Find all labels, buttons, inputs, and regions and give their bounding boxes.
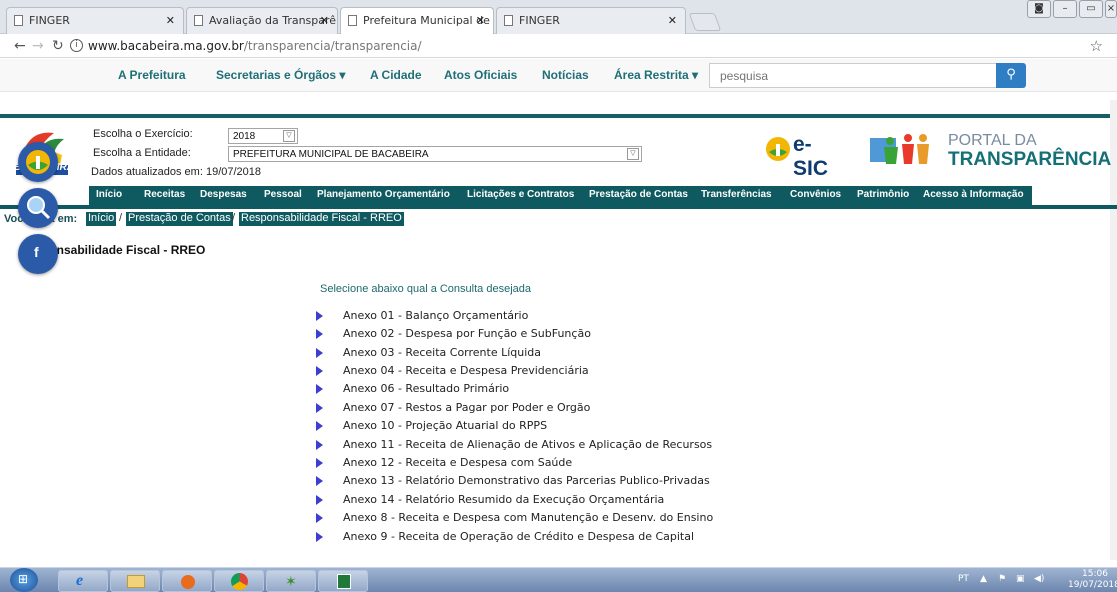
- flag-icon[interactable]: ⚑: [998, 574, 1006, 584]
- taskbar-app-icon[interactable]: ✶: [266, 570, 316, 592]
- breadcrumb-separator: /: [232, 212, 236, 224]
- arrow-icon: [316, 421, 323, 431]
- back-arrow-icon[interactable]: ←: [14, 38, 26, 54]
- address-bar: ← → ↻ i www.bacabeira.ma.gov.br/transpar…: [0, 34, 1117, 58]
- browser-tab[interactable]: FINGER ✕: [496, 7, 686, 34]
- arrow-icon: [316, 458, 323, 468]
- maximize-button[interactable]: ▭: [1079, 0, 1103, 18]
- chevron-down-icon: ▽: [627, 148, 639, 160]
- menu-patrimonio[interactable]: Patrimônio: [857, 189, 909, 200]
- window-controls: ◙ – ▭ ×: [1025, 0, 1117, 20]
- menu-underline: [0, 205, 1117, 209]
- browser-tab[interactable]: FINGER ✕: [6, 7, 184, 34]
- arrow-icon: [316, 532, 323, 542]
- page-icon: [348, 15, 357, 26]
- people-icon: [870, 134, 929, 164]
- taskbar-excel-icon[interactable]: [318, 570, 368, 592]
- page-icon: [14, 15, 23, 26]
- page-icon: [194, 15, 203, 26]
- nav-area-restrita[interactable]: Área Restrita ▾: [614, 68, 698, 82]
- menu-inicio[interactable]: Início: [96, 189, 122, 200]
- forward-arrow-icon[interactable]: →: [32, 38, 44, 54]
- taskbar: ⊞ e ✶ PT ▲ ⚑ ▣ ◀) 15:06 19/07/2018: [0, 567, 1117, 592]
- taskbar-explorer-icon[interactable]: [110, 570, 160, 592]
- exercise-label: Escolha o Exercício:: [93, 128, 193, 140]
- info-float-button[interactable]: [18, 142, 58, 182]
- consulta-intro: Selecione abaixo qual a Consulta desejad…: [320, 283, 531, 295]
- facebook-float-button[interactable]: f: [18, 234, 58, 274]
- nav-a-cidade[interactable]: A Cidade: [370, 68, 422, 82]
- main-menu: Início Receitas Despesas Pessoal Planeja…: [89, 186, 1032, 205]
- breadcrumb-inicio[interactable]: Início: [86, 212, 117, 226]
- nav-secretarias[interactable]: Secretarias e Órgãos ▾: [216, 68, 345, 82]
- bookmark-star-icon[interactable]: ☆: [1090, 37, 1103, 55]
- network-icon[interactable]: ▣: [1016, 574, 1025, 584]
- search-input[interactable]: [709, 63, 997, 88]
- search-float-button[interactable]: [18, 188, 58, 228]
- breadcrumb-prestacao-contas[interactable]: Prestação de Contas: [126, 212, 233, 226]
- arrow-icon: [316, 495, 323, 505]
- info-icon: [766, 137, 790, 161]
- clock-date[interactable]: 19/07/2018: [1068, 580, 1117, 590]
- browser-tab[interactable]: Avaliação da Transparênc ✕: [186, 7, 338, 34]
- breadcrumb-current[interactable]: Responsabilidade Fiscal - RREO: [239, 212, 404, 226]
- taskbar-chrome-icon[interactable]: [214, 570, 264, 592]
- menu-acesso-informacao[interactable]: Acesso à Informação: [923, 189, 1024, 200]
- arrow-icon: [316, 348, 323, 358]
- search-icon: ⚲: [1006, 67, 1016, 82]
- arrow-icon: [316, 311, 323, 321]
- updated-text: Dados atualizados em: 19/07/2018: [91, 166, 262, 178]
- arrow-icon: [316, 476, 323, 486]
- browser-tab-active[interactable]: Prefeitura Municipal de B ✕: [340, 7, 494, 35]
- menu-licitacoes[interactable]: Licitações e Contratos: [467, 189, 574, 200]
- minimize-button[interactable]: –: [1053, 0, 1077, 18]
- entity-label: Escolha a Entidade:: [93, 147, 191, 159]
- menu-planejamento[interactable]: Planejamento Orçamentário: [317, 189, 450, 200]
- arrow-icon: [316, 440, 323, 450]
- reload-icon[interactable]: ↻: [52, 38, 64, 54]
- browser-tab-bar: FINGER ✕ Avaliação da Transparênc ✕ Pref…: [0, 0, 1117, 35]
- taskbar-ie-icon[interactable]: e: [58, 570, 108, 592]
- volume-icon[interactable]: ◀): [1034, 574, 1044, 584]
- start-button[interactable]: ⊞: [10, 568, 38, 592]
- magnifier-icon: [27, 196, 51, 220]
- close-window-button[interactable]: ×: [1105, 0, 1117, 18]
- breadcrumb-separator: /: [119, 212, 123, 224]
- close-icon[interactable]: ✕: [476, 14, 485, 27]
- tray-arrow-icon[interactable]: ▲: [980, 574, 987, 584]
- facebook-icon: f: [34, 244, 39, 260]
- profile-icon[interactable]: ◙: [1027, 0, 1051, 18]
- chevron-down-icon: ▽: [283, 130, 295, 142]
- clock-time[interactable]: 15:06: [1082, 569, 1108, 579]
- close-icon[interactable]: ✕: [668, 14, 677, 27]
- arrow-icon: [316, 329, 323, 339]
- search-button[interactable]: ⚲: [996, 63, 1026, 88]
- arrow-icon: [316, 384, 323, 394]
- info-icon[interactable]: i: [70, 39, 83, 52]
- nav-a-prefeitura[interactable]: A Prefeitura: [118, 68, 186, 82]
- header-divider: [0, 114, 1117, 118]
- windows-logo-icon: ⊞: [18, 572, 29, 586]
- new-tab-button[interactable]: [688, 13, 722, 31]
- nav-atos-oficiais[interactable]: Atos Oficiais: [444, 68, 517, 82]
- menu-prestacao-contas[interactable]: Prestação de Contas: [589, 189, 688, 200]
- language-indicator[interactable]: PT: [958, 574, 969, 584]
- close-icon[interactable]: ✕: [320, 14, 329, 27]
- arrow-icon: [316, 366, 323, 376]
- arrow-icon: [316, 513, 323, 523]
- menu-despesas[interactable]: Despesas: [200, 189, 247, 200]
- arrow-icon: [316, 403, 323, 413]
- menu-pessoal[interactable]: Pessoal: [264, 189, 302, 200]
- menu-transferencias[interactable]: Transferências: [701, 189, 772, 200]
- entity-select[interactable]: PREFEITURA MUNICIPAL DE BACABEIRA ▽: [228, 146, 642, 162]
- info-icon: [26, 150, 50, 174]
- url-field[interactable]: www.bacabeira.ma.gov.br/transparencia/tr…: [88, 39, 422, 53]
- nav-noticias[interactable]: Notícias: [542, 68, 589, 82]
- menu-receitas[interactable]: Receitas: [144, 189, 185, 200]
- page-icon: [504, 15, 513, 26]
- exercise-select[interactable]: 2018 ▽: [228, 128, 298, 144]
- menu-convenios[interactable]: Convênios: [790, 189, 841, 200]
- close-icon[interactable]: ✕: [166, 14, 175, 27]
- taskbar-media-icon[interactable]: [162, 570, 212, 592]
